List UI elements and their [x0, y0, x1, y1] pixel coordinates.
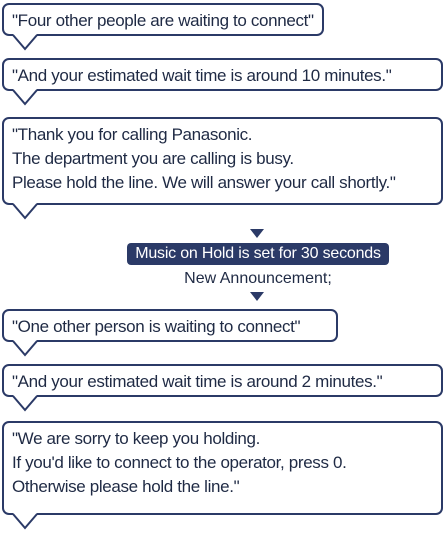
bubble-text: "And your estimated wait time is around …	[12, 372, 383, 391]
down-arrow-icon	[250, 229, 264, 238]
bubble-tail-icon	[12, 395, 38, 412]
down-arrow-icon	[250, 292, 264, 301]
speech-bubble-wait-time: "And your estimated wait time is around …	[2, 58, 443, 91]
bubble-tail-icon	[12, 89, 38, 106]
bubble-tail-icon	[12, 203, 38, 220]
bubble-text-line: Please hold the line. We will answer you…	[12, 173, 396, 192]
speech-bubble-one-waiting: "One other person is waiting to connect"	[2, 309, 338, 342]
bubble-text: "One other person is waiting to connect"	[12, 317, 301, 336]
bubble-text-line: "Thank you for calling Panasonic.	[12, 125, 253, 144]
bubble-tail-icon	[12, 340, 38, 357]
bubble-tail-icon	[12, 513, 38, 530]
bubble-text-line: Otherwise please hold the line."	[12, 477, 240, 496]
speech-bubble-apology: "We are sorry to keep you holding. If yo…	[2, 421, 443, 515]
bubble-tail-icon	[12, 34, 38, 51]
speech-bubble-waiting-count: "Four other people are waiting to connec…	[2, 3, 324, 36]
bubble-text-line: "We are sorry to keep you holding.	[12, 429, 261, 448]
speech-bubble-greeting: "Thank you for calling Panasonic. The de…	[2, 117, 443, 205]
bubble-text-line: The department you are calling is busy.	[12, 149, 294, 168]
bubble-text-line: If you'd like to connect to the operator…	[12, 453, 347, 472]
speech-bubble-wait-time-2: "And your estimated wait time is around …	[2, 364, 443, 397]
new-announcement-label: New Announcement;	[184, 270, 332, 287]
bubble-text: "Four other people are waiting to connec…	[12, 11, 314, 30]
bubble-text: "And your estimated wait time is around …	[12, 66, 392, 85]
music-on-hold-banner: Music on Hold is set for 30 seconds	[127, 243, 389, 265]
